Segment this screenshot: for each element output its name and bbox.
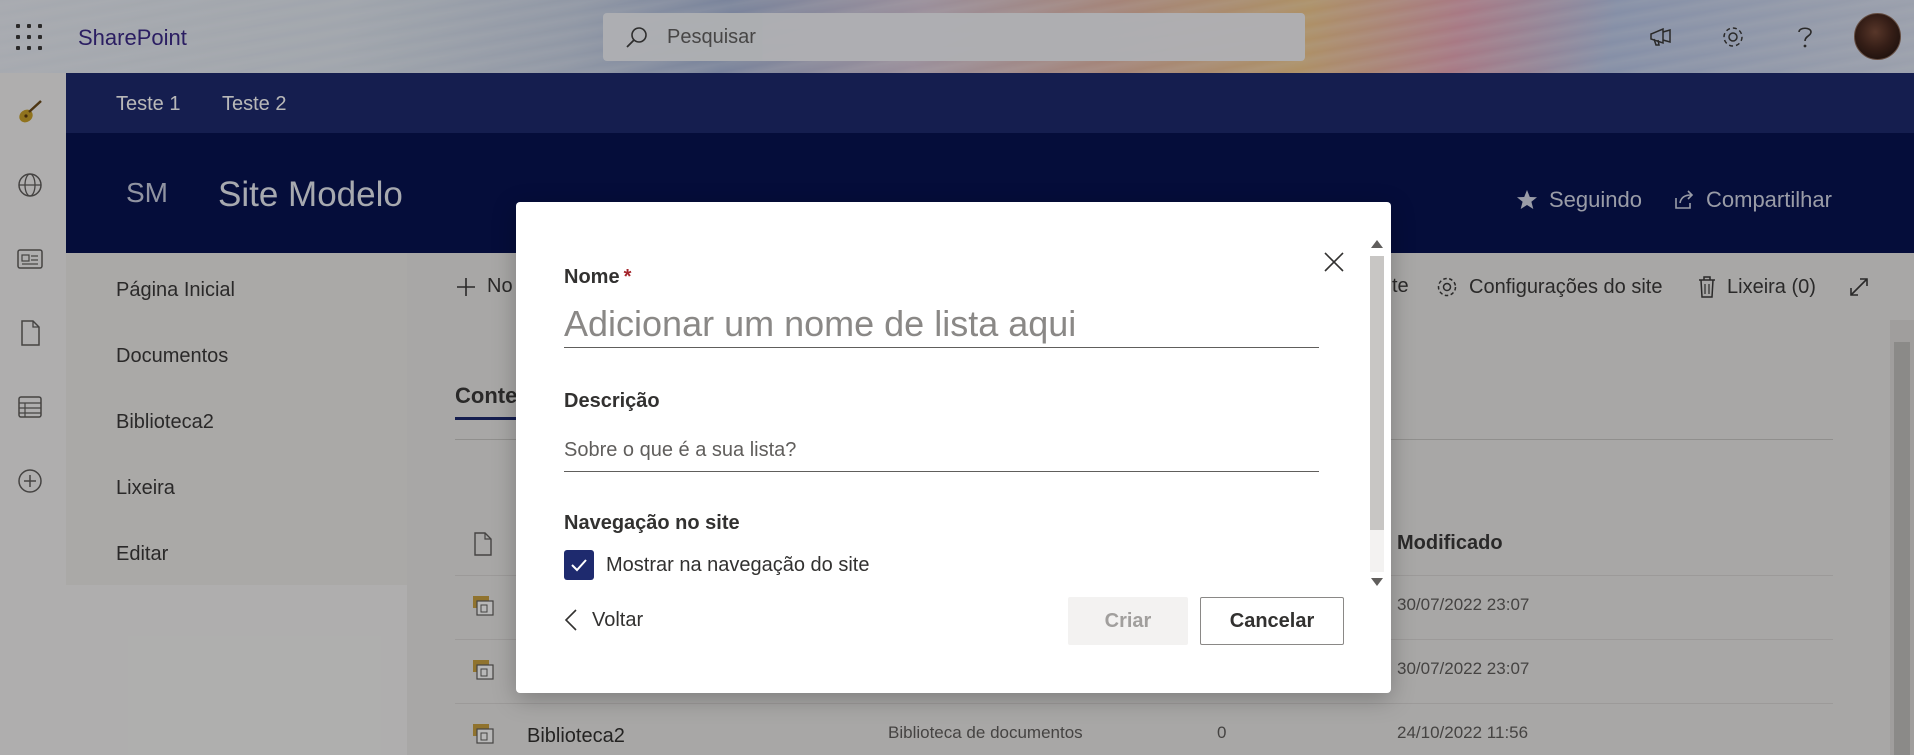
- back-button[interactable]: Voltar: [564, 608, 643, 632]
- back-label: Voltar: [592, 608, 644, 631]
- chevron-left-icon: [564, 609, 577, 631]
- description-label: Descrição: [564, 390, 660, 412]
- cancel-button[interactable]: Cancelar: [1200, 597, 1344, 645]
- show-in-navigation-checkbox[interactable]: [564, 550, 594, 580]
- close-button[interactable]: [1320, 248, 1348, 276]
- close-icon: [1324, 252, 1344, 272]
- list-name-input[interactable]: [564, 300, 1319, 348]
- name-label-text: Nome: [564, 266, 620, 288]
- dialog-scrollbar-thumb[interactable]: [1370, 256, 1384, 530]
- show-in-navigation-label[interactable]: Mostrar na navegação do site: [606, 554, 870, 577]
- list-description-input[interactable]: [564, 430, 1319, 472]
- name-label: Nome *: [564, 266, 631, 289]
- required-mark: *: [623, 266, 632, 288]
- dialog-scrollbar[interactable]: [1368, 238, 1386, 588]
- scroll-down-arrow-icon[interactable]: [1371, 578, 1383, 586]
- checkmark-icon: [571, 559, 587, 572]
- site-navigation-label: Navegação no site: [564, 512, 740, 534]
- create-button[interactable]: Criar: [1068, 597, 1188, 645]
- scroll-up-arrow-icon[interactable]: [1371, 240, 1383, 248]
- create-list-dialog: Nome* Descrição Navegação no site Mostra…: [516, 202, 1391, 693]
